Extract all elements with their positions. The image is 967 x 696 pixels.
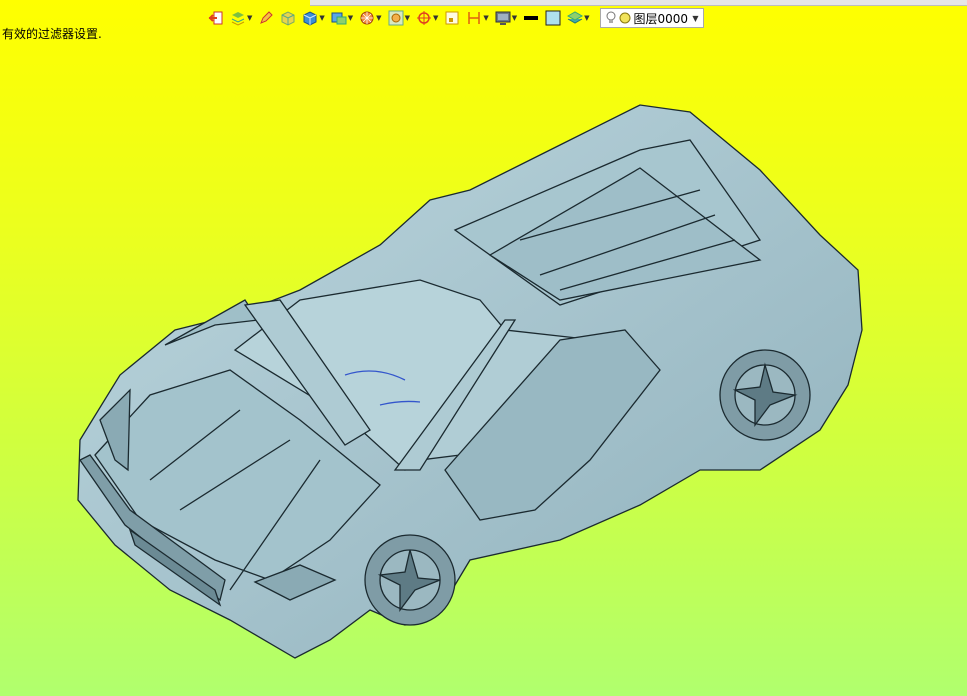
chevron-down-icon: ▼ [247, 14, 253, 22]
chevron-down-icon: ▼ [511, 14, 518, 22]
line-color-icon [524, 16, 539, 20]
view-orient-icon [388, 10, 404, 26]
layers-stack-icon [567, 11, 584, 24]
sports-car-model[interactable] [77, 104, 863, 659]
layer-status-icon [619, 12, 631, 24]
lightbulb-icon [606, 11, 616, 23]
layer-manager-icon [231, 12, 245, 26]
dimension-icon [468, 12, 481, 24]
monitor-icon [495, 11, 511, 25]
chevron-down-icon: ▼ [483, 14, 489, 22]
frame-button[interactable] [442, 8, 462, 28]
solid-button[interactable] [278, 8, 298, 28]
chevron-down-icon: ▼ [376, 14, 382, 22]
shaded-cube-icon [303, 11, 317, 26]
view-orientation-button[interactable]: ▼ [386, 8, 412, 28]
window-top-strip [310, 0, 967, 6]
background-button[interactable]: ▼ [493, 8, 519, 28]
solid-box-icon [281, 11, 295, 26]
render-sphere-icon [360, 11, 374, 25]
display-mode-icon [331, 12, 347, 25]
layer-manager-button[interactable]: ▼ [228, 8, 254, 28]
layer-select[interactable]: 图层0000 ▼ [599, 8, 704, 28]
chevron-down-icon: ▼ [692, 13, 699, 23]
snap-button[interactable]: ▼ [414, 8, 440, 28]
pencil-icon [260, 11, 274, 24]
layer-list-button[interactable]: ▼ [565, 8, 591, 28]
status-message: 有效的过滤器设置. [2, 27, 102, 41]
render-button[interactable]: ▼ [357, 8, 383, 28]
chevron-down-icon: ▼ [319, 14, 325, 22]
crosshair-icon [416, 11, 431, 25]
line-color-button[interactable] [521, 8, 541, 28]
frame-icon [445, 11, 459, 25]
cad-viewport[interactable] [0, 0, 967, 696]
exit-icon [208, 11, 223, 25]
chevron-down-icon: ▼ [432, 14, 439, 22]
chevron-down-icon: ▼ [347, 14, 354, 22]
layer-select-value: 图层0000 [633, 11, 689, 26]
display-mode-button[interactable]: ▼ [329, 8, 355, 28]
fill-color-icon [545, 10, 561, 26]
chevron-down-icon: ▼ [404, 14, 410, 22]
fill-color-button[interactable] [543, 8, 563, 28]
main-toolbar: ▼ ▼ ▼ ▼ ▼ ▼ ▼ ▼ ▼ 图层0000 ▼ [206, 7, 704, 29]
sketch-button[interactable] [256, 8, 276, 28]
exit-button[interactable] [206, 8, 226, 28]
dimension-button[interactable]: ▼ [464, 8, 490, 28]
shaded-view-button[interactable]: ▼ [300, 8, 326, 28]
chevron-down-icon: ▼ [584, 14, 590, 22]
